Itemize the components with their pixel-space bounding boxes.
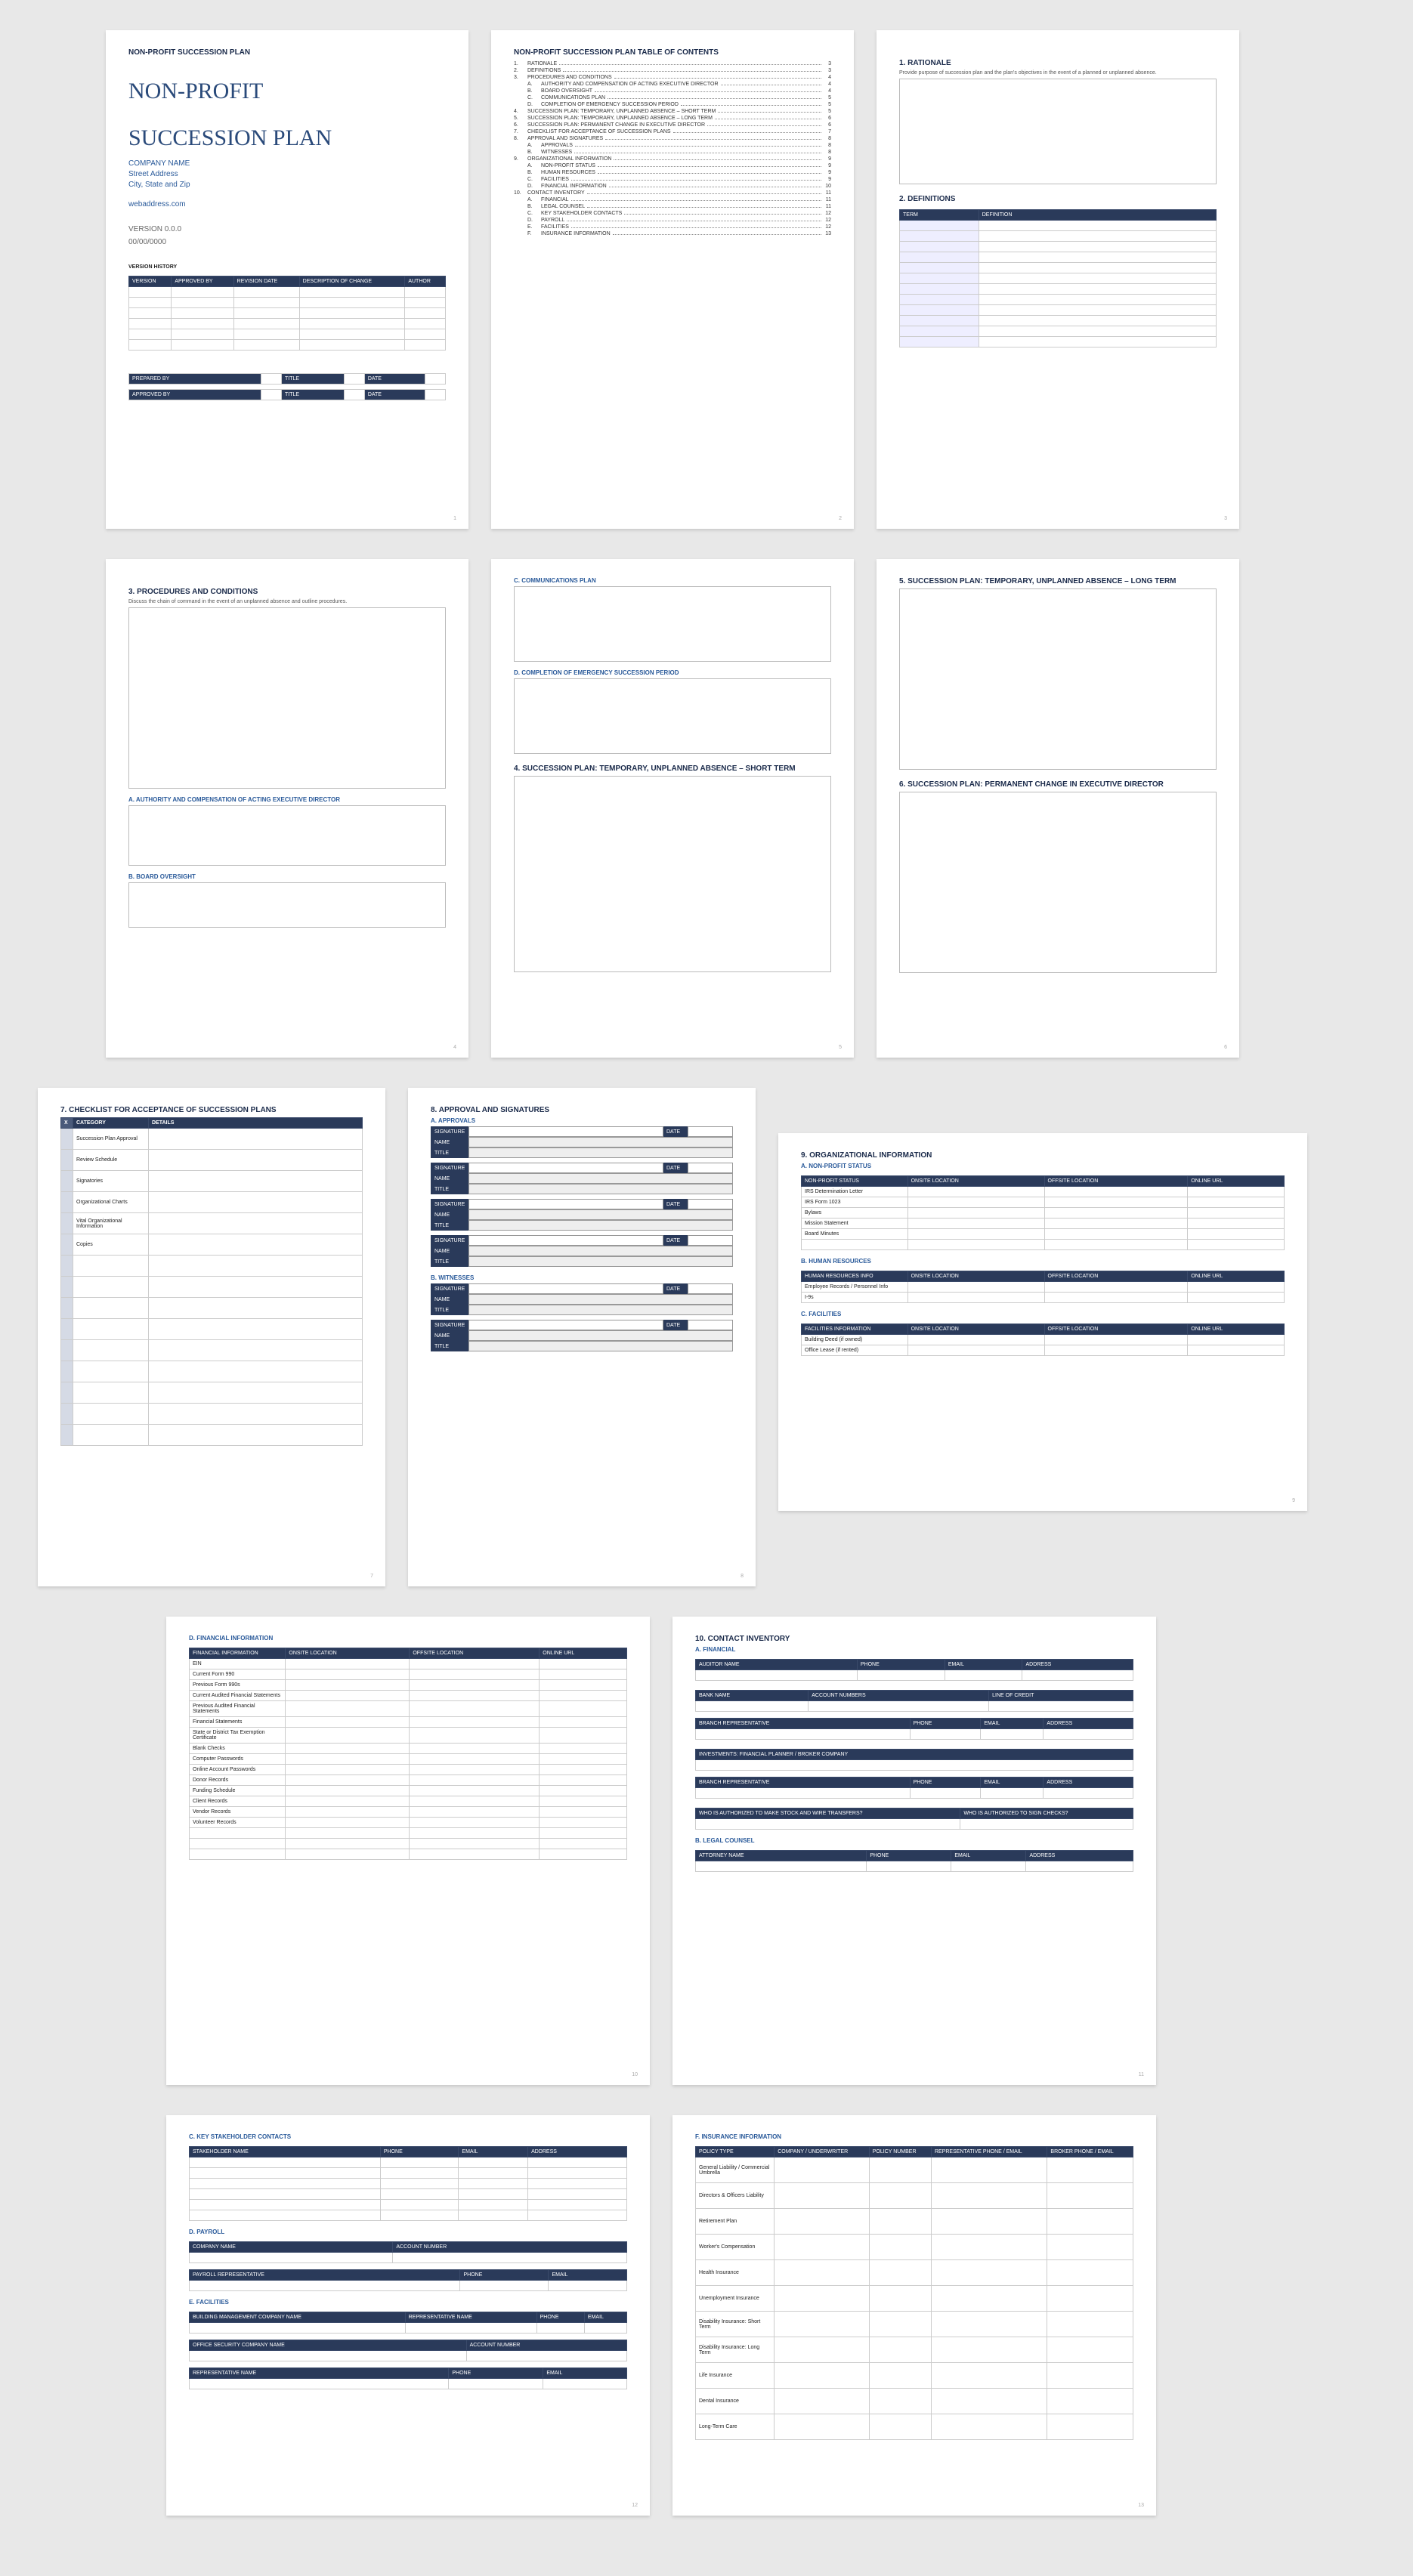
section-4-title: 4. SUCCESSION PLAN: TEMPORARY, UNPLANNED… [514,764,831,773]
prepared-approved-table: PREPARED BYTITLEDATE APPROVED BYTITLEDAT… [128,373,446,400]
version: VERSION 0.0.0 [128,225,446,233]
section-10c: C. KEY STAKEHOLDER CONTACTS [189,2133,627,2140]
section-9a: A. NON-PROFIT STATUS [801,1163,1285,1169]
page-7: 7. CHECKLIST FOR ACCEPTANCE OF SUCCESSIO… [38,1088,385,1586]
oversight-box [128,882,446,928]
section-10f: F. INSURANCE INFORMATION [695,2133,1133,2140]
page-9: 9. ORGANIZATIONAL INFORMATION A. NON-PRO… [778,1133,1307,1511]
doc-date: 00/00/0000 [128,238,446,246]
auditor-table: AUDITOR NAMEPHONEEMAILADDRESS [695,1659,1133,1681]
section-5-title: 5. SUCCESSION PLAN: TEMPORARY, UNPLANNED… [899,577,1217,585]
nonprofit-status-table: NON-PROFIT STATUSONSITE LOCATIONOFFSITE … [801,1175,1285,1250]
authorized-table: WHO IS AUTHORIZED TO MAKE STOCK AND WIRE… [695,1808,1133,1830]
section-3b: B. BOARD OVERSIGHT [128,873,446,880]
permanent-box [899,792,1217,973]
company-block: COMPANY NAME Street Address City, State … [128,159,446,190]
page-10: D. FINANCIAL INFORMATION FINANCIAL INFOR… [166,1617,650,2085]
page-8: 8. APPROVAL AND SIGNATURES A. APPROVALS … [408,1088,756,1586]
toc-title: NON-PROFIT SUCCESSION PLAN TABLE OF CONT… [514,48,831,57]
building-mgmt-table: BUILDING MANAGEMENT COMPANY NAMEREPRESEN… [189,2312,627,2334]
page-1-cover: NON-PROFIT SUCCESSION PLAN NON-PROFIT SU… [106,30,468,529]
office-security-table: OFFICE SECURITY COMPANY NAMEACCOUNT NUMB… [189,2340,627,2361]
comm-box [514,586,831,662]
page-12: C. KEY STAKEHOLDER CONTACTS STAKEHOLDER … [166,2115,650,2516]
version-history-table: VERSIONAPPROVED BYREVISION DATEDESCRIPTI… [128,276,446,351]
section-6-title: 6. SUCCESSION PLAN: PERMANENT CHANGE IN … [899,780,1217,789]
section-10a: A. FINANCIAL [695,1646,1133,1653]
approvals-block: SIGNATUREDATENAMETITLESIGNATUREDATENAMET… [431,1126,733,1267]
main-title-2: SUCCESSION PLAN [128,126,446,150]
page-5: C. COMMUNICATIONS PLAN D. COMPLETION OF … [491,559,854,1058]
section-8a: A. APPROVALS [431,1117,733,1124]
witnesses-block: SIGNATUREDATENAMETITLESIGNATUREDATENAMET… [431,1283,733,1351]
web: webaddress.com [128,199,446,210]
section-3a: A. AUTHORITY AND COMPENSATION OF ACTING … [128,796,446,803]
completion-box [514,678,831,754]
doc-header: NON-PROFIT SUCCESSION PLAN [128,48,446,57]
page-2-toc: NON-PROFIT SUCCESSION PLAN TABLE OF CONT… [491,30,854,529]
section-9d: D. FINANCIAL INFORMATION [189,1635,627,1642]
branch-rep-table: BRANCH REPRESENTATIVEPHONEEMAILADDRESS [695,1718,1133,1740]
toc-list: 1.RATIONALE32.DEFINITIONS33.PROCEDURES A… [514,61,831,236]
insurance-table: POLICY TYPECOMPANY / UNDERWRITERPOLICY N… [695,2146,1133,2440]
page-13: F. INSURANCE INFORMATION POLICY TYPECOMP… [672,2115,1156,2516]
financial-info-table: FINANCIAL INFORMATIONONSITE LOCATIONOFFS… [189,1648,627,1860]
attorney-table: ATTORNEY NAMEPHONEEMAILADDRESS [695,1850,1133,1872]
section-9c: C. FACILITIES [801,1311,1285,1317]
section-10-title: 10. CONTACT INVENTORY [695,1635,1133,1643]
section-1-desc: Provide purpose of succession plan and t… [899,70,1217,76]
version-history-title: VERSION HISTORY [128,264,446,270]
long-term-box [899,588,1217,770]
investments-table: INVESTMENTS: FINANCIAL PLANNER / BROKER … [695,1749,1133,1771]
procedures-box [128,607,446,789]
branch-rep-2-table: BRANCH REPRESENTATIVEPHONEEMAILADDRESS [695,1777,1133,1799]
section-7-title: 7. CHECKLIST FOR ACCEPTANCE OF SUCCESSIO… [60,1106,363,1114]
section-3c: C. COMMUNICATIONS PLAN [514,577,831,584]
section-1-title: 1. RATIONALE [899,59,1217,67]
section-10b: B. LEGAL COUNSEL [695,1837,1133,1844]
bank-table: BANK NAMEACCOUNT NUMBERSLINE OF CREDIT [695,1690,1133,1712]
page-6: 5. SUCCESSION PLAN: TEMPORARY, UNPLANNED… [877,559,1239,1058]
stakeholder-table: STAKEHOLDER NAMEPHONEEMAILADDRESS [189,2146,627,2221]
section-8b: B. WITNESSES [431,1274,733,1281]
section-8-title: 8. APPROVAL AND SIGNATURES [431,1106,733,1114]
section-9-title: 9. ORGANIZATIONAL INFORMATION [801,1151,1285,1160]
authority-box [128,805,446,866]
hr-table: HUMAN RESOURCES INFOONSITE LOCATIONOFFSI… [801,1271,1285,1303]
rationale-box [899,79,1217,184]
section-3-desc: Discuss the chain of command in the even… [128,599,446,604]
section-10d: D. PAYROLL [189,2229,627,2235]
page-11: 10. CONTACT INVENTORY A. FINANCIAL AUDIT… [672,1617,1156,2085]
section-9b: B. HUMAN RESOURCES [801,1258,1285,1265]
short-term-box [514,776,831,972]
page-4: 3. PROCEDURES AND CONDITIONS Discuss the… [106,559,468,1058]
payroll-company-table: COMPANY NAMEACCOUNT NUMBER [189,2241,627,2263]
section-2-title: 2. DEFINITIONS [899,195,1217,203]
section-10e: E. FACILITIES [189,2299,627,2306]
page-3: 1. RATIONALE Provide purpose of successi… [877,30,1239,529]
section-3-title: 3. PROCEDURES AND CONDITIONS [128,588,446,596]
rep-table: REPRESENTATIVE NAMEPHONEEMAIL [189,2368,627,2389]
facilities-table: FACILITIES INFORMATIONONSITE LOCATIONOFF… [801,1324,1285,1356]
section-3d: D. COMPLETION OF EMERGENCY SUCCESSION PE… [514,669,831,676]
main-title-1: NON-PROFIT [128,79,446,103]
checklist-table: XCATEGORYDETAILS Succession Plan Approva… [60,1117,363,1446]
definitions-table: TERMDEFINITION [899,209,1217,347]
payroll-rep-table: PAYROLL REPRESENTATIVEPHONEEMAIL [189,2269,627,2291]
